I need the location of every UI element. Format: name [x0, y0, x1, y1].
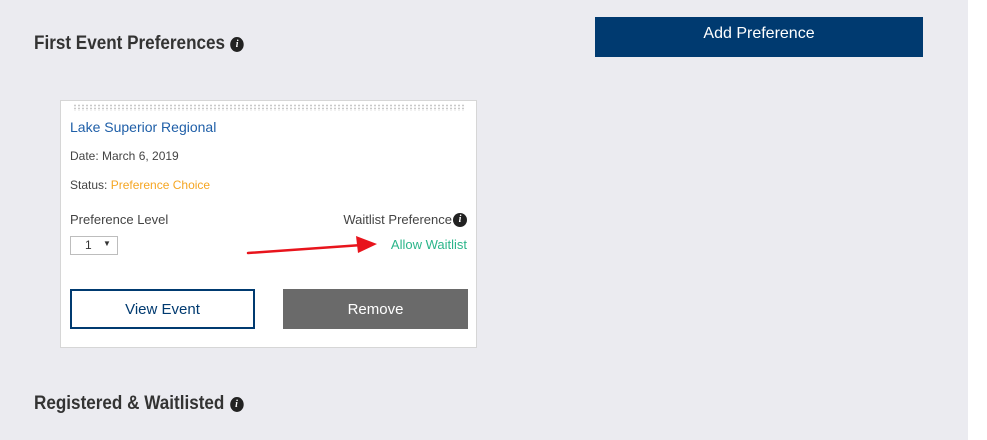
registered-waitlisted-heading: Registered & Waitlisted i [34, 393, 244, 415]
event-preference-card: Lake Superior Regional Date: March 6, 20… [60, 100, 477, 348]
allow-waitlist-link[interactable]: Allow Waitlist [391, 237, 467, 252]
status-label: Status: [70, 178, 108, 192]
first-event-preferences-heading: First Event Preferences i [34, 33, 244, 55]
event-date: Date: March 6, 2019 [70, 149, 179, 163]
preference-level-select[interactable]: 1 ▼ [70, 236, 118, 255]
remove-button[interactable]: Remove [283, 289, 468, 329]
waitlist-preference-heading: Waitlist Preference i [343, 212, 467, 227]
waitlist-preference-label: Waitlist Preference [343, 212, 452, 227]
preference-level-value: 1 [85, 238, 92, 252]
view-event-button[interactable]: View Event [70, 289, 255, 329]
drag-handle[interactable] [73, 104, 465, 111]
preferences-panel: First Event Preferences i Add Preference… [0, 0, 968, 440]
info-icon[interactable]: i [230, 36, 244, 52]
preference-level-label: Preference Level [70, 212, 169, 227]
chevron-down-icon: ▼ [103, 239, 111, 248]
event-status: Status: Preference Choice [70, 178, 210, 192]
remove-label: Remove [347, 300, 404, 318]
registered-waitlisted-title: Registered & Waitlisted [34, 393, 225, 414]
view-event-label: View Event [125, 300, 200, 318]
info-icon[interactable]: i [453, 212, 467, 227]
event-name-link[interactable]: Lake Superior Regional [70, 119, 216, 135]
status-value: Preference Choice [110, 178, 211, 192]
first-event-preferences-title: First Event Preferences [34, 33, 226, 54]
info-icon[interactable]: i [229, 396, 244, 412]
add-preference-label: Add Preference [703, 25, 815, 42]
add-preference-button[interactable]: Add Preference [595, 17, 923, 57]
